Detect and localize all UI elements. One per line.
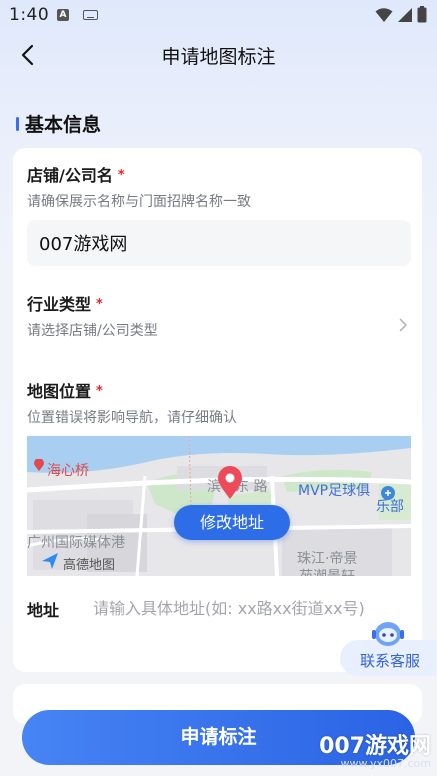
map-provider-label: 高德地图 bbox=[63, 558, 116, 573]
status-time: 1:40 bbox=[9, 5, 50, 25]
customer-service-button[interactable]: 联系客服 bbox=[340, 618, 436, 680]
section-header: 基本信息 bbox=[16, 110, 101, 137]
section-title: 基本信息 bbox=[25, 114, 102, 136]
required-mark: * bbox=[96, 297, 103, 312]
map-label-text: 地图位置 bbox=[27, 382, 92, 401]
input-method-icon: A bbox=[57, 9, 69, 21]
map-label-zhujiang: 珠江·帝景 bbox=[297, 551, 358, 567]
address-label: 地址 bbox=[27, 601, 60, 620]
map-poi-icon bbox=[34, 459, 44, 471]
wifi-icon bbox=[375, 7, 393, 22]
required-mark: * bbox=[117, 168, 125, 183]
map-club-icon bbox=[381, 486, 395, 500]
map-label-club: MVP足球俱 bbox=[298, 483, 371, 499]
map-hint: 位置错误将影响导航，请仔细确认 bbox=[27, 410, 237, 426]
name-field-label: 店铺/公司名 * bbox=[27, 162, 125, 186]
amap-logo-icon bbox=[42, 553, 58, 569]
map-view[interactable]: 海心桥 滨 东 路 MVP足球俱 乐部 广州国际媒体港 珠江·帝景 苑潮景轩 高… bbox=[27, 436, 411, 576]
industry-label-text: 行业类型 bbox=[27, 295, 92, 314]
keyboard-icon bbox=[83, 10, 98, 20]
location-pin-icon bbox=[218, 466, 242, 499]
battery-icon bbox=[417, 6, 427, 23]
map-label-zhujiang2: 苑潮景轩 bbox=[299, 566, 355, 576]
status-icons bbox=[375, 6, 427, 23]
edit-address-button[interactable]: 修改地址 bbox=[174, 505, 290, 540]
industry-type-selector[interactable]: 行业类型 * 请选择店铺/公司类型 bbox=[13, 288, 422, 348]
page-title: 申请地图标注 bbox=[161, 46, 276, 68]
chevron-right-icon bbox=[399, 318, 407, 332]
watermark: 007游戏网 bbox=[319, 734, 431, 759]
required-mark: * bbox=[96, 384, 103, 399]
app-header: 申请地图标注 bbox=[0, 30, 437, 80]
shop-name-input[interactable] bbox=[27, 220, 411, 266]
map-label-bridge: 海心桥 bbox=[47, 463, 89, 479]
section-accent-bar bbox=[16, 116, 19, 131]
basic-info-card: 店铺/公司名 * 请确保展示名称与门面招牌名称一致 行业类型 * 请选择店铺/公司类… bbox=[13, 148, 422, 672]
customer-service-label: 联系客服 bbox=[360, 652, 421, 670]
name-label-text: 店铺/公司名 bbox=[27, 166, 113, 185]
industry-field-label: 行业类型 * bbox=[27, 291, 103, 315]
signal-icon bbox=[398, 7, 412, 22]
industry-placeholder: 请选择店铺/公司类型 bbox=[27, 323, 158, 339]
map-label-media: 广州国际媒体港 bbox=[27, 535, 125, 551]
map-field-label: 地图位置 * bbox=[27, 378, 103, 402]
robot-icon bbox=[372, 622, 404, 646]
status-bar: 1:40 A bbox=[0, 0, 437, 30]
name-hint: 请确保展示名称与门面招牌名称一致 bbox=[27, 194, 251, 210]
watermark-url: www.yx007.com bbox=[340, 757, 431, 770]
